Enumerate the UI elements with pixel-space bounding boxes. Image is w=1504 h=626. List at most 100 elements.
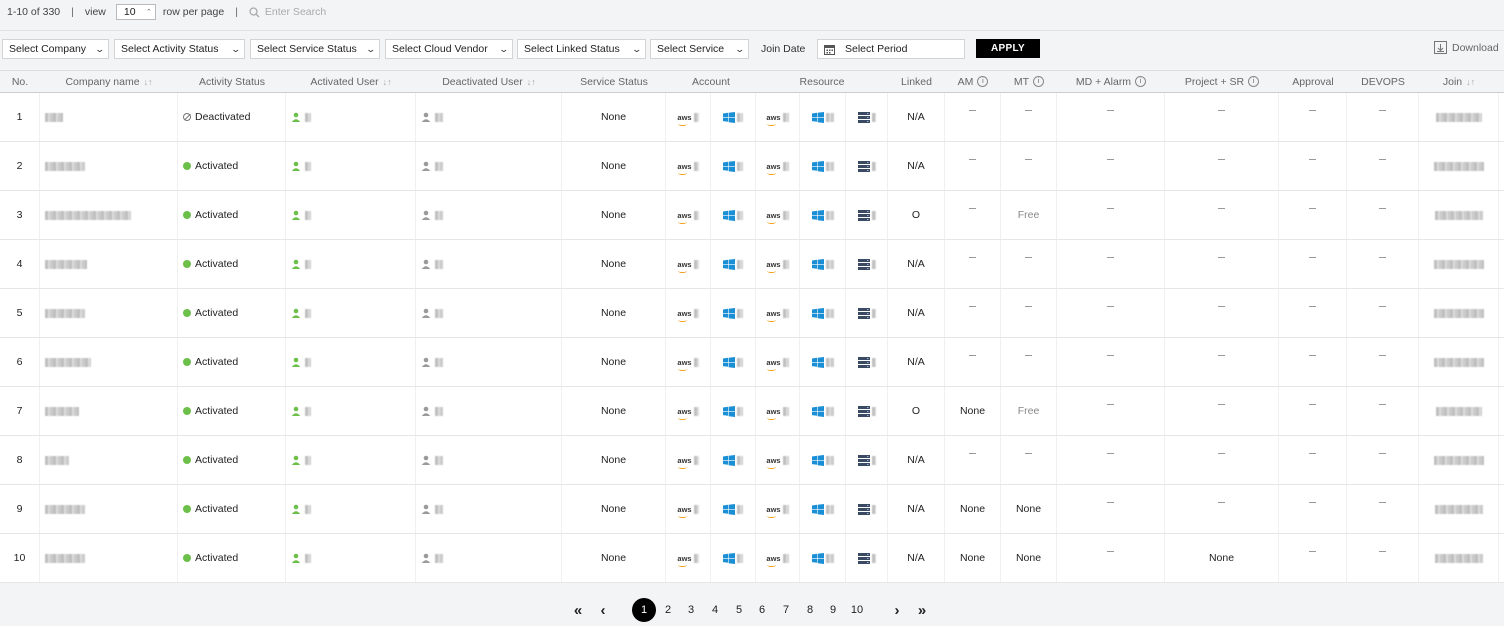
cell-account-aws[interactable]: aws xyxy=(666,142,711,190)
table-row[interactable]: 4 Activated None aws aws N/A xyxy=(0,240,1504,289)
cell-account-windows[interactable] xyxy=(711,485,756,533)
cell-account-windows[interactable] xyxy=(711,240,756,288)
cell-account-aws[interactable]: aws xyxy=(666,240,711,288)
service-select[interactable]: Select Service ⌄ xyxy=(650,39,749,59)
col-deactivated-user[interactable]: Deactivated User ↓↑ xyxy=(416,71,562,92)
page-button[interactable]: 7 xyxy=(778,598,794,622)
cell-deactivated-user[interactable] xyxy=(416,436,562,484)
sort-icon[interactable]: ↓↑ xyxy=(527,77,536,87)
cell-resource-server[interactable] xyxy=(846,240,888,288)
cell-resource-aws[interactable]: aws xyxy=(756,289,800,337)
cell-account-windows[interactable] xyxy=(711,387,756,435)
cell-activated-user[interactable] xyxy=(286,289,416,337)
period-picker[interactable]: Select Period xyxy=(817,39,965,59)
cell-activated-user[interactable] xyxy=(286,191,416,239)
cloud-vendor-select[interactable]: Select Cloud Vendor ⌄ xyxy=(385,39,513,59)
col-activated-user[interactable]: Activated User ↓↑ xyxy=(286,71,416,92)
col-join[interactable]: Join ↓↑ xyxy=(1419,71,1499,92)
info-icon[interactable]: i xyxy=(1135,76,1147,87)
page-button[interactable]: 9 xyxy=(825,598,841,622)
cell-resource-server[interactable] xyxy=(846,191,888,239)
table-row[interactable]: 9 Activated None aws aws N/A None None xyxy=(0,485,1504,534)
cell-resource-aws[interactable]: aws xyxy=(756,240,800,288)
cell-company[interactable] xyxy=(40,289,178,337)
cell-account-windows[interactable] xyxy=(711,93,756,141)
page-button[interactable]: 4 xyxy=(707,598,723,622)
search-input[interactable]: Enter Search xyxy=(249,6,326,18)
cell-company[interactable] xyxy=(40,240,178,288)
rows-per-page-select[interactable]: 10 ⌃ xyxy=(115,4,156,20)
cell-deactivated-user[interactable] xyxy=(416,142,562,190)
cell-activated-user[interactable] xyxy=(286,142,416,190)
page-button[interactable]: 2 xyxy=(660,598,676,622)
cell-resource-server[interactable] xyxy=(846,338,888,386)
cell-account-windows[interactable] xyxy=(711,436,756,484)
cell-activated-user[interactable] xyxy=(286,534,416,582)
cell-deactivated-user[interactable] xyxy=(416,338,562,386)
cell-resource-windows[interactable] xyxy=(800,289,846,337)
cell-company[interactable] xyxy=(40,436,178,484)
cell-resource-server[interactable] xyxy=(846,93,888,141)
cell-account-windows[interactable] xyxy=(711,289,756,337)
cell-activated-user[interactable] xyxy=(286,485,416,533)
sort-icon[interactable]: ↓↑ xyxy=(1466,77,1475,87)
cell-resource-server[interactable] xyxy=(846,534,888,582)
cell-activated-user[interactable] xyxy=(286,93,416,141)
cell-company[interactable] xyxy=(40,338,178,386)
cell-account-aws[interactable]: aws xyxy=(666,289,711,337)
cell-resource-server[interactable] xyxy=(846,436,888,484)
page-button[interactable]: 6 xyxy=(754,598,770,622)
cell-account-aws[interactable]: aws xyxy=(666,338,711,386)
table-row[interactable]: 7 Activated None aws aws O None Free xyxy=(0,387,1504,436)
cell-activated-user[interactable] xyxy=(286,387,416,435)
cell-deactivated-user[interactable] xyxy=(416,485,562,533)
cell-resource-aws[interactable]: aws xyxy=(756,436,800,484)
cell-account-windows[interactable] xyxy=(711,338,756,386)
cell-deactivated-user[interactable] xyxy=(416,289,562,337)
cell-account-aws[interactable]: aws xyxy=(666,93,711,141)
cell-deactivated-user[interactable] xyxy=(416,534,562,582)
cell-resource-windows[interactable] xyxy=(800,191,846,239)
cell-deactivated-user[interactable] xyxy=(416,191,562,239)
cell-account-windows[interactable] xyxy=(711,142,756,190)
cell-resource-aws[interactable]: aws xyxy=(756,534,800,582)
prev-page-button[interactable]: ‹ xyxy=(596,598,610,622)
cell-activated-user[interactable] xyxy=(286,240,416,288)
sort-icon[interactable]: ↓↑ xyxy=(383,77,392,87)
cell-deactivated-user[interactable] xyxy=(416,387,562,435)
cell-account-windows[interactable] xyxy=(711,191,756,239)
cell-resource-windows[interactable] xyxy=(800,93,846,141)
cell-company[interactable] xyxy=(40,93,178,141)
cell-resource-server[interactable] xyxy=(846,142,888,190)
cell-resource-windows[interactable] xyxy=(800,338,846,386)
page-button[interactable]: 5 xyxy=(731,598,747,622)
first-page-button[interactable]: « xyxy=(569,598,587,622)
cell-resource-aws[interactable]: aws xyxy=(756,485,800,533)
cell-company[interactable] xyxy=(40,387,178,435)
table-row[interactable]: 2 Activated None aws aws N/A xyxy=(0,142,1504,191)
table-row[interactable]: 5 Activated None aws aws N/A xyxy=(0,289,1504,338)
cell-account-aws[interactable]: aws xyxy=(666,387,711,435)
download-button[interactable]: Download xyxy=(1434,41,1499,54)
cell-resource-windows[interactable] xyxy=(800,240,846,288)
cell-account-aws[interactable]: aws xyxy=(666,191,711,239)
cell-resource-server[interactable] xyxy=(846,289,888,337)
page-button[interactable]: 1 xyxy=(632,598,656,622)
cell-company[interactable] xyxy=(40,485,178,533)
cell-account-aws[interactable]: aws xyxy=(666,485,711,533)
cell-resource-windows[interactable] xyxy=(800,485,846,533)
cell-resource-windows[interactable] xyxy=(800,142,846,190)
table-row[interactable]: 10 Activated None aws aws N/A None None None xyxy=(0,534,1504,583)
cell-activated-user[interactable] xyxy=(286,436,416,484)
apply-button[interactable]: APPLY xyxy=(976,39,1040,58)
sort-icon[interactable]: ↓↑ xyxy=(144,77,153,87)
cell-deactivated-user[interactable] xyxy=(416,93,562,141)
activity-status-select[interactable]: Select Activity Status ⌄ xyxy=(114,39,245,59)
service-status-select[interactable]: Select Service Status ⌄ xyxy=(250,39,380,59)
cell-resource-aws[interactable]: aws xyxy=(756,338,800,386)
cell-resource-windows[interactable] xyxy=(800,436,846,484)
cell-account-windows[interactable] xyxy=(711,534,756,582)
cell-resource-server[interactable] xyxy=(846,485,888,533)
linked-status-select[interactable]: Select Linked Status ⌄ xyxy=(517,39,646,59)
info-icon[interactable]: i xyxy=(1248,76,1260,87)
